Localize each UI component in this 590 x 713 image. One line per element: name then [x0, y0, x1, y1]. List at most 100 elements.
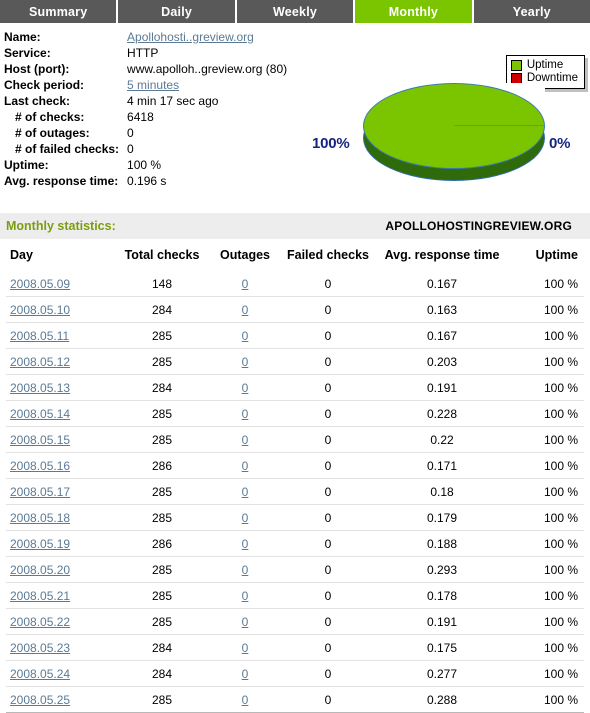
outages-link[interactable]: 0	[242, 381, 249, 395]
outages-link[interactable]: 0	[242, 329, 249, 343]
cell-uptime: 100 %	[508, 634, 584, 661]
cell-total-checks: 285	[114, 478, 210, 505]
uptime-pie-chart: Uptime Downtime 100% 0%	[300, 25, 590, 213]
tab-summary[interactable]: Summary	[0, 0, 119, 23]
table-row: 2008.05.09 148 0 0 0.167 100 %	[6, 271, 584, 297]
cell-outages: 0	[210, 504, 280, 531]
cell-outages: 0	[210, 556, 280, 583]
cell-outages: 0	[210, 348, 280, 375]
cell-uptime: 100 %	[508, 608, 584, 635]
day-link[interactable]: 2008.05.17	[10, 485, 70, 499]
outages-link[interactable]: 0	[242, 667, 249, 681]
cell-uptime: 100 %	[508, 582, 584, 609]
cell-day: 2008.05.20	[6, 556, 114, 583]
tab-daily[interactable]: Daily	[118, 0, 237, 23]
day-link[interactable]: 2008.05.21	[10, 589, 70, 603]
check-period-link[interactable]: 5 minutes	[127, 78, 179, 92]
cell-avg-response-time: 0.18	[376, 478, 508, 505]
cell-outages: 0	[210, 400, 280, 427]
day-link[interactable]: 2008.05.11	[10, 329, 69, 343]
cell-day: 2008.05.10	[6, 296, 114, 323]
cell-total-checks: 286	[114, 530, 210, 557]
table-row: 2008.05.24 284 0 0 0.277 100 %	[6, 660, 584, 687]
cell-failed-checks: 0	[280, 582, 376, 609]
table-row: 2008.05.23 284 0 0 0.175 100 %	[6, 634, 584, 661]
table-row: 2008.05.15 285 0 0 0.22 100 %	[6, 426, 584, 453]
cell-failed-checks: 0	[280, 348, 376, 375]
outages-link[interactable]: 0	[242, 303, 249, 317]
day-link[interactable]: 2008.05.24	[10, 667, 70, 681]
cell-uptime: 100 %	[508, 400, 584, 427]
outages-link[interactable]: 0	[242, 563, 249, 577]
day-link[interactable]: 2008.05.22	[10, 615, 70, 629]
table-row: 2008.05.19 286 0 0 0.188 100 %	[6, 530, 584, 557]
table-row: 2008.05.13 284 0 0 0.191 100 %	[6, 374, 584, 401]
day-link[interactable]: 2008.05.16	[10, 459, 70, 473]
cell-day: 2008.05.25	[6, 686, 114, 713]
cell-avg-response-time: 0.188	[376, 530, 508, 557]
cell-avg-response-time: 0.22	[376, 426, 508, 453]
cell-total-checks: 284	[114, 634, 210, 661]
column-header-failed-checks: Failed checks	[287, 248, 369, 262]
table-body: 2008.05.09 148 0 0 0.167 100 % 2008.05.10 284 0 0…	[6, 271, 584, 713]
info-label-name: Name:	[4, 30, 41, 44]
pie-label-uptime-percent: 100%	[312, 135, 350, 152]
cell-avg-response-time: 0.228	[376, 400, 508, 427]
cell-uptime: 100 %	[508, 426, 584, 453]
tab-yearly[interactable]: Yearly	[473, 0, 590, 23]
info-value-avg-response-time: 0.196 s	[127, 174, 167, 188]
outages-link[interactable]: 0	[242, 355, 249, 369]
cell-avg-response-time: 0.288	[376, 686, 508, 713]
day-link[interactable]: 2008.05.09	[10, 277, 70, 291]
info-row-num-checks: # of checks: 6418	[4, 110, 287, 126]
info-value-name: Apollohosti..greview.org	[127, 30, 287, 46]
cell-failed-checks: 0	[280, 556, 376, 583]
cell-failed-checks: 0	[280, 296, 376, 323]
cell-day: 2008.05.09	[6, 271, 114, 297]
day-link[interactable]: 2008.05.13	[10, 381, 70, 395]
cell-outages: 0	[210, 686, 280, 713]
outages-link[interactable]: 0	[242, 407, 249, 421]
cell-day: 2008.05.16	[6, 452, 114, 479]
cell-day: 2008.05.12	[6, 348, 114, 375]
cell-failed-checks: 0	[280, 530, 376, 557]
outages-link[interactable]: 0	[242, 641, 249, 655]
day-link[interactable]: 2008.05.15	[10, 433, 70, 447]
cell-avg-response-time: 0.203	[376, 348, 508, 375]
outages-link[interactable]: 0	[242, 433, 249, 447]
info-row-check-period: Check period: 5 minutes	[4, 78, 287, 94]
outages-link[interactable]: 0	[242, 459, 249, 473]
outages-link[interactable]: 0	[242, 589, 249, 603]
info-label-num-outages: # of outages:	[15, 126, 90, 140]
cell-day: 2008.05.24	[6, 660, 114, 687]
outages-link[interactable]: 0	[242, 693, 249, 707]
cell-failed-checks: 0	[280, 478, 376, 505]
day-link[interactable]: 2008.05.10	[10, 303, 70, 317]
outages-link[interactable]: 0	[242, 615, 249, 629]
info-label-host: Host (port):	[4, 62, 70, 76]
day-link[interactable]: 2008.05.14	[10, 407, 70, 421]
day-link[interactable]: 2008.05.20	[10, 563, 70, 577]
day-link[interactable]: 2008.05.23	[10, 641, 70, 655]
day-link[interactable]: 2008.05.19	[10, 537, 70, 551]
day-link[interactable]: 2008.05.12	[10, 355, 70, 369]
cell-total-checks: 284	[114, 374, 210, 401]
cell-uptime: 100 %	[508, 504, 584, 531]
outages-link[interactable]: 0	[242, 277, 249, 291]
cell-avg-response-time: 0.179	[376, 504, 508, 531]
cell-failed-checks: 0	[280, 660, 376, 687]
day-link[interactable]: 2008.05.18	[10, 511, 70, 525]
cell-outages: 0	[210, 660, 280, 687]
pie-radius-line	[454, 125, 545, 126]
cell-day: 2008.05.18	[6, 504, 114, 531]
monitor-name-link[interactable]: Apollohosti..greview.org	[127, 30, 254, 44]
day-link[interactable]: 2008.05.25	[10, 693, 70, 707]
tab-monthly[interactable]: Monthly	[355, 0, 474, 23]
statistics-title: Monthly statistics:	[6, 219, 116, 233]
tab-weekly[interactable]: Weekly	[236, 0, 356, 23]
cell-failed-checks: 0	[324, 276, 332, 291]
outages-link[interactable]: 0	[242, 537, 249, 551]
outages-link[interactable]: 0	[242, 485, 249, 499]
outages-link[interactable]: 0	[242, 511, 249, 525]
info-value-last-check: 4 min 17 sec ago	[127, 94, 219, 108]
